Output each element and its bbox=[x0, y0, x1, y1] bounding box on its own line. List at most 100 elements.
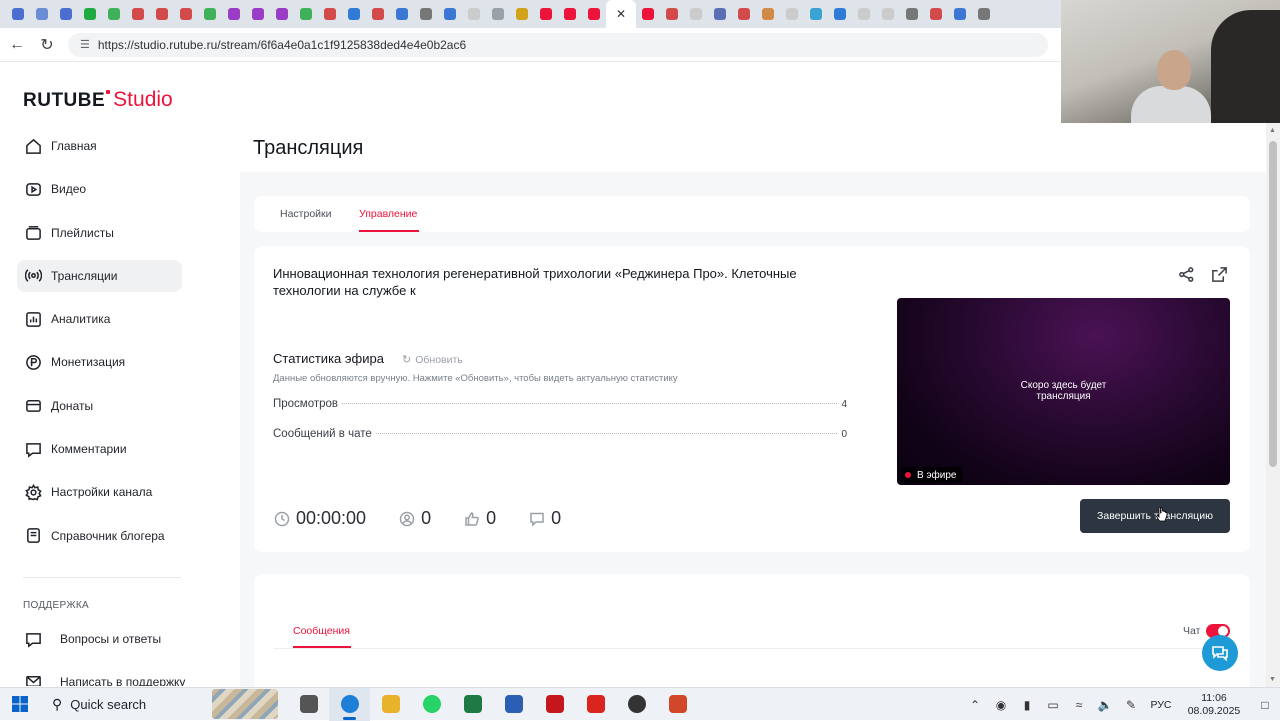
chevron-up-icon[interactable]: ⌃ bbox=[962, 698, 988, 712]
sidebar-item-home[interactable]: Главная bbox=[17, 130, 182, 162]
browser-tab[interactable] bbox=[270, 0, 294, 28]
browser-tab[interactable] bbox=[222, 0, 246, 28]
pen-icon[interactable]: ✎ bbox=[1118, 698, 1144, 712]
sidebar-item-channel-settings[interactable]: Настройки канала bbox=[17, 476, 182, 508]
browser-tab[interactable] bbox=[174, 0, 198, 28]
browser-tab[interactable] bbox=[708, 0, 732, 28]
browser-tab[interactable] bbox=[6, 0, 30, 28]
sidebar-item-video[interactable]: Видео bbox=[17, 173, 182, 205]
scrollbar-thumb[interactable] bbox=[1269, 141, 1277, 467]
support-chat-button[interactable] bbox=[1202, 635, 1238, 671]
browser-tab[interactable] bbox=[54, 0, 78, 28]
webcam-person-head bbox=[1157, 50, 1191, 90]
player-message-line1: Скоро здесь будет bbox=[1020, 380, 1107, 391]
browser-tab[interactable] bbox=[636, 0, 660, 28]
browser-tab[interactable] bbox=[150, 0, 174, 28]
site-info-icon[interactable]: ☰ bbox=[80, 38, 90, 51]
open-external-icon[interactable] bbox=[1211, 266, 1228, 283]
wifi-icon[interactable]: ≈ bbox=[1066, 698, 1092, 712]
browser-tab[interactable] bbox=[924, 0, 948, 28]
browser-tab[interactable] bbox=[30, 0, 54, 28]
browser-tab[interactable] bbox=[462, 0, 486, 28]
browser-tab[interactable] bbox=[900, 0, 924, 28]
browser-tab[interactable] bbox=[534, 0, 558, 28]
tab-management[interactable]: Управление bbox=[359, 208, 417, 220]
scroll-down-icon[interactable]: ▼ bbox=[1269, 676, 1276, 683]
battery-icon[interactable]: ▭ bbox=[1040, 698, 1066, 712]
browser-tab[interactable] bbox=[684, 0, 708, 28]
active-browser-tab[interactable]: ✕ bbox=[606, 0, 636, 28]
tab-settings[interactable]: Настройки bbox=[280, 208, 332, 220]
clock-time: 11:06 bbox=[1201, 691, 1227, 704]
browser-tab[interactable] bbox=[126, 0, 150, 28]
microphone-icon[interactable]: ▮ bbox=[1014, 698, 1040, 712]
browser-tab[interactable] bbox=[414, 0, 438, 28]
browser-tab[interactable] bbox=[558, 0, 582, 28]
browser-tab[interactable] bbox=[294, 0, 318, 28]
sidebar-item-donations[interactable]: Донаты bbox=[17, 390, 182, 422]
browser-tab[interactable] bbox=[780, 0, 804, 28]
browser-tab[interactable] bbox=[804, 0, 828, 28]
taskbar-app-pdf-reader[interactable] bbox=[575, 688, 616, 721]
browser-tab[interactable] bbox=[486, 0, 510, 28]
webcam-overlay bbox=[1061, 0, 1280, 123]
taskbar-app-word[interactable] bbox=[493, 688, 534, 721]
widgets-thumbnail[interactable] bbox=[212, 689, 278, 719]
tab-messages[interactable]: Сообщения bbox=[293, 625, 350, 637]
taskbar-app-powerpoint[interactable] bbox=[657, 688, 698, 721]
sidebar-item-broadcasts[interactable]: Трансляции bbox=[17, 259, 182, 292]
share-icon[interactable] bbox=[1178, 266, 1195, 283]
browser-tab[interactable] bbox=[948, 0, 972, 28]
reload-icon[interactable]: ↻ bbox=[32, 30, 62, 60]
browser-tab[interactable] bbox=[852, 0, 876, 28]
browser-tab[interactable] bbox=[972, 0, 996, 28]
browser-tab[interactable] bbox=[828, 0, 852, 28]
taskbar-app-edge[interactable] bbox=[329, 687, 370, 721]
end-stream-button[interactable]: Завершить трансляцию bbox=[1080, 499, 1230, 533]
back-icon[interactable]: ← bbox=[2, 30, 32, 60]
browser-tab[interactable] bbox=[732, 0, 756, 28]
language-indicator[interactable]: РУС bbox=[1144, 699, 1178, 711]
start-button[interactable] bbox=[0, 688, 40, 721]
taskbar-clock[interactable]: 11:06 08.09.2025 bbox=[1178, 692, 1250, 718]
browser-tab[interactable] bbox=[246, 0, 270, 28]
browser-tab[interactable] bbox=[342, 0, 366, 28]
browser-tab[interactable] bbox=[876, 0, 900, 28]
browser-tab[interactable] bbox=[318, 0, 342, 28]
browser-tab[interactable] bbox=[438, 0, 462, 28]
volume-icon[interactable]: 🔈 bbox=[1092, 698, 1118, 712]
taskbar-app-file-explorer[interactable] bbox=[370, 688, 411, 721]
taskbar-app-acrobat[interactable] bbox=[534, 688, 575, 721]
sidebar-item-playlists[interactable]: Плейлисты bbox=[17, 217, 182, 249]
sidebar-item-monetization[interactable]: Монетизация bbox=[17, 346, 182, 378]
stats-title: Статистика эфира bbox=[273, 351, 384, 366]
sidebar-item-blogger-guide[interactable]: Справочник блогера bbox=[17, 520, 182, 552]
browser-tab[interactable] bbox=[198, 0, 222, 28]
notifications-icon[interactable]: □ bbox=[1250, 698, 1280, 712]
browser-tab[interactable] bbox=[756, 0, 780, 28]
sidebar-item-contact-support[interactable]: Написать в поддержку bbox=[24, 666, 185, 686]
browser-tab[interactable] bbox=[660, 0, 684, 28]
taskbar-app-excel[interactable] bbox=[452, 688, 493, 721]
taskbar-search[interactable]: ⚲ Quick search bbox=[40, 688, 212, 721]
url-field[interactable]: ☰ https://studio.rutube.ru/stream/6f6a4e… bbox=[68, 32, 1048, 57]
browser-tab[interactable] bbox=[390, 0, 414, 28]
taskbar-app-task-view[interactable] bbox=[288, 688, 329, 721]
camera-icon[interactable]: ◉ bbox=[988, 698, 1014, 712]
browser-tab[interactable] bbox=[102, 0, 126, 28]
page-scrollbar[interactable]: ▲ ▼ bbox=[1266, 123, 1280, 687]
browser-tab[interactable] bbox=[582, 0, 606, 28]
browser-tab[interactable] bbox=[510, 0, 534, 28]
sidebar-item-faq[interactable]: Вопросы и ответы bbox=[24, 623, 161, 655]
taskbar-app-obs[interactable] bbox=[616, 688, 657, 721]
stream-preview-player[interactable]: Скоро здесь будет трансляция В эфире bbox=[897, 298, 1230, 485]
rutube-studio-logo[interactable]: RUTUBE Studio bbox=[23, 88, 173, 112]
tab-close-icon[interactable]: ✕ bbox=[616, 7, 626, 21]
browser-tab[interactable] bbox=[366, 0, 390, 28]
scroll-up-icon[interactable]: ▲ bbox=[1269, 127, 1276, 134]
sidebar-item-comments[interactable]: Комментарии bbox=[17, 433, 182, 465]
refresh-button[interactable]: ↻ Обновить bbox=[402, 353, 463, 367]
sidebar-item-analytics[interactable]: Аналитика bbox=[17, 303, 182, 335]
taskbar-app-whatsapp[interactable] bbox=[411, 688, 452, 721]
browser-tab[interactable] bbox=[78, 0, 102, 28]
